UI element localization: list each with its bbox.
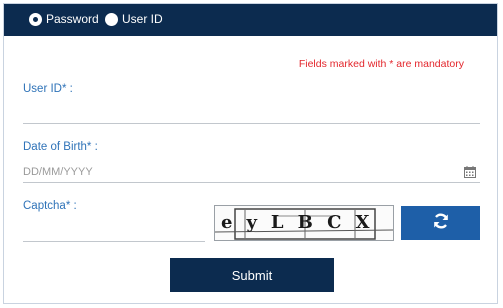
- calendar-icon[interactable]: [464, 165, 476, 183]
- userid-radio[interactable]: User ID: [105, 12, 163, 26]
- dob-underline: [23, 182, 480, 183]
- captcha-label: Captcha* :: [23, 200, 77, 212]
- dob-input[interactable]: [23, 162, 443, 182]
- login-panel: Password User ID Fields marked with * ar…: [3, 3, 498, 304]
- submit-button[interactable]: Submit: [170, 258, 334, 292]
- password-radio[interactable]: Password: [29, 12, 99, 26]
- selected-dot: [33, 16, 38, 22]
- password-radio-label: Password: [46, 12, 99, 26]
- userid-label: User ID* :: [23, 83, 73, 95]
- login-type-header: Password User ID: [4, 4, 497, 36]
- refresh-captcha-button[interactable]: [401, 206, 480, 240]
- captcha-underline: [23, 241, 205, 242]
- captcha-text: eyLBCX: [221, 212, 384, 233]
- captcha-input[interactable]: [23, 220, 203, 240]
- userid-underline: [23, 123, 480, 124]
- password-radio-circle[interactable]: [29, 12, 42, 26]
- mandatory-note: Fields marked with * are mandatory: [298, 58, 464, 70]
- captcha-image: eyLBCX: [214, 205, 394, 241]
- userid-radio-circle[interactable]: [105, 12, 118, 26]
- userid-input[interactable]: [23, 102, 475, 122]
- dob-label: Date of Birth* :: [23, 141, 98, 153]
- refresh-icon: [432, 212, 450, 235]
- userid-radio-label: User ID: [122, 12, 163, 26]
